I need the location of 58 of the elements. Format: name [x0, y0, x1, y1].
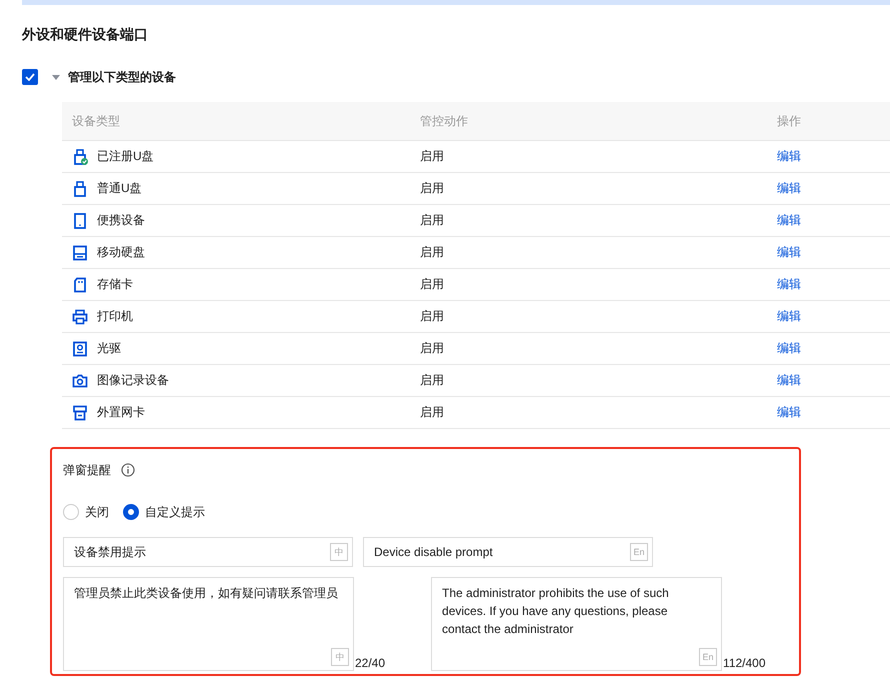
edit-link[interactable]: 编辑: [777, 181, 801, 195]
usb-check-icon: [72, 148, 88, 164]
device-name: 存储卡: [97, 276, 133, 293]
printer-icon: [72, 308, 88, 324]
tablet-icon: [72, 212, 88, 228]
action-cell-text: 启用: [420, 404, 445, 421]
action-cell-text: 启用: [420, 308, 445, 325]
check-icon: [25, 73, 35, 81]
radio-option[interactable]: 关闭: [63, 504, 109, 520]
caret-icon[interactable]: [52, 74, 60, 80]
column-header: 操作: [777, 112, 802, 130]
language-badge: En: [699, 648, 718, 666]
action-cell-text: 启用: [420, 276, 445, 293]
section-title: 外设和硬件设备端口: [22, 25, 149, 43]
message-textarea[interactable]: 管理员禁止此类设备使用，如有疑问请联系管理员 中: [63, 577, 354, 671]
device-name: 便携设备: [97, 212, 145, 229]
column-header: 管控动作: [420, 112, 469, 130]
edit-link[interactable]: 编辑: [777, 245, 801, 259]
edit-link[interactable]: 编辑: [777, 405, 801, 419]
character-count: 22/40: [355, 656, 386, 670]
usb-drive-icon: [72, 180, 88, 196]
message-textarea[interactable]: The administrator prohibits the use of such devices. If you have any questions, please contact the administrator En: [431, 577, 722, 671]
manage-label: 管理以下类型的设备: [68, 68, 176, 86]
popup-label: 弹窗提醒: [63, 462, 111, 478]
device-name: 外置网卡: [97, 404, 145, 421]
edit-link[interactable]: 编辑: [777, 341, 801, 355]
camera-icon: [72, 372, 88, 388]
action-cell-text: 启用: [420, 372, 445, 389]
action-cell-text: 启用: [420, 244, 445, 261]
character-count: 112/400: [723, 656, 766, 670]
device-name: 移动硬盘: [97, 244, 145, 261]
checkbox[interactable]: [22, 69, 38, 85]
column-header: 设备类型: [71, 112, 121, 130]
network-card-icon: [72, 404, 88, 420]
action-cell-text: 启用: [420, 340, 445, 357]
edit-link[interactable]: 编辑: [777, 373, 801, 387]
memory-card-icon: [72, 276, 88, 292]
device-name: 光驱: [97, 340, 121, 357]
language-badge: 中: [331, 648, 349, 666]
edit-link[interactable]: 编辑: [777, 277, 801, 291]
title-input[interactable]: 设备禁用提示 中: [63, 537, 353, 567]
language-badge: 中: [330, 543, 348, 561]
device-name: 打印机: [97, 308, 133, 325]
title-input[interactable]: Device disable prompt En: [363, 537, 653, 567]
action-cell-text: 启用: [420, 148, 445, 165]
edit-link[interactable]: 编辑: [777, 213, 801, 227]
device-name: 已注册U盘: [97, 148, 154, 165]
edit-link[interactable]: 编辑: [777, 309, 801, 323]
hard-drive-icon: [72, 244, 88, 260]
device-name: 普通U盘: [97, 180, 142, 197]
disc-drive-icon: [72, 340, 88, 356]
device-name: 图像记录设备: [97, 372, 169, 389]
radio-option[interactable]: 自定义提示: [123, 504, 205, 520]
language-badge: En: [630, 543, 648, 561]
edit-link[interactable]: 编辑: [777, 149, 801, 163]
info-icon[interactable]: [121, 463, 135, 477]
action-cell-text: 启用: [420, 180, 445, 197]
action-cell-text: 启用: [420, 212, 445, 229]
